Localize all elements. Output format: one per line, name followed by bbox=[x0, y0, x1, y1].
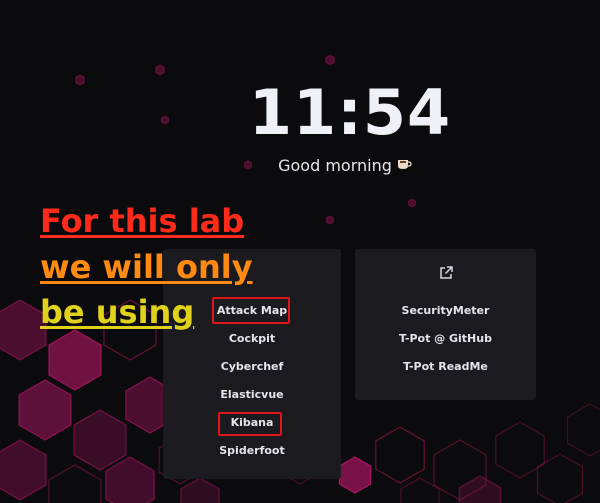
tool-spiderfoot-link[interactable]: Spiderfoot bbox=[163, 444, 341, 457]
link-securitymeter[interactable]: SecurityMeter bbox=[355, 304, 536, 317]
annotation-line-3: be using bbox=[40, 293, 195, 331]
hexagon-shape bbox=[105, 456, 155, 503]
hexagon-shape bbox=[0, 439, 47, 501]
links-card: SecurityMeter T-Pot @ GitHub T-Pot ReadM… bbox=[355, 249, 536, 400]
tool-cyberchef-link[interactable]: Cyberchef bbox=[163, 360, 341, 373]
hexagon-shape bbox=[458, 475, 502, 503]
coffee-cup-icon bbox=[396, 156, 412, 175]
hexagon-shape bbox=[566, 403, 600, 457]
hexagon-shape bbox=[180, 477, 220, 503]
hexagon-shape bbox=[18, 379, 72, 441]
link-tpot-github[interactable]: T-Pot @ GitHub bbox=[355, 332, 536, 345]
greeting: Good morning bbox=[0, 156, 600, 175]
hexagon-shape bbox=[407, 198, 417, 208]
clock-time: 11:54 bbox=[248, 76, 452, 149]
hexagon-shape bbox=[155, 64, 165, 76]
hexagon-shape bbox=[325, 54, 335, 66]
hexagon-shape bbox=[325, 215, 335, 225]
highlight-box-attack-map bbox=[212, 297, 290, 324]
hexagon-shape bbox=[48, 464, 102, 503]
hexagon-shape bbox=[375, 426, 425, 484]
annotation-line-2: we will only bbox=[40, 248, 253, 286]
hexagon-shape bbox=[73, 409, 127, 471]
tool-elasticvue-link[interactable]: Elasticvue bbox=[163, 388, 341, 401]
highlight-box-kibana bbox=[218, 412, 282, 436]
hexagon-shape bbox=[338, 456, 372, 494]
hexagon-shape bbox=[400, 477, 440, 503]
external-link-icon bbox=[439, 265, 453, 279]
link-tpot-readme[interactable]: T-Pot ReadMe bbox=[355, 360, 536, 373]
annotation-line-1: For this lab bbox=[40, 202, 245, 240]
hexagon-shape bbox=[48, 329, 102, 391]
greeting-text: Good morning bbox=[278, 156, 392, 175]
